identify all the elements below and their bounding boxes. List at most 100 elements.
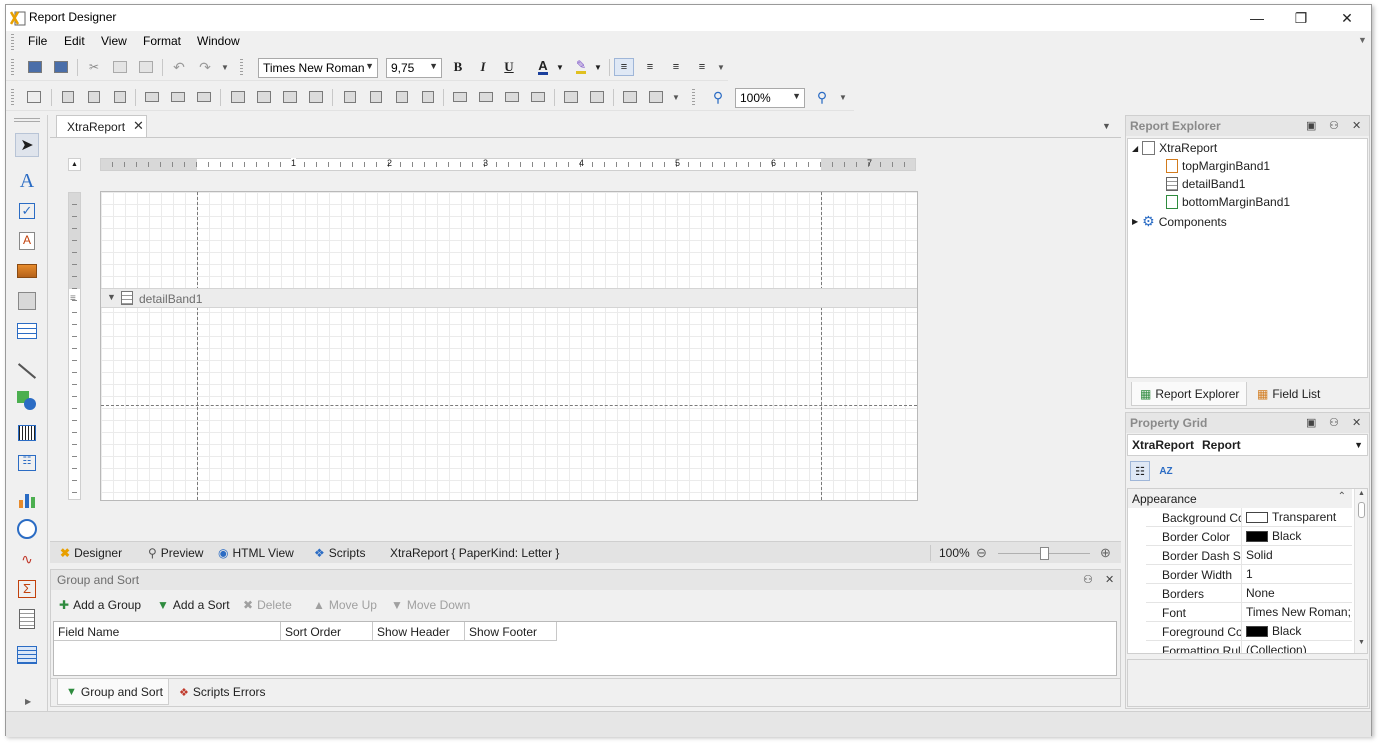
bold-button[interactable]: B [448,58,468,76]
minimize-button[interactable]: — [1234,5,1280,31]
zoom-slider-thumb[interactable] [1040,547,1049,560]
tree-node-components[interactable]: ▶ ⚙ Components [1132,213,1227,230]
tab-xtrareport[interactable]: XtraReport ✕ [56,115,147,137]
group-sort-table[interactable]: Field Name Sort Order Show Header Show F… [53,621,1117,676]
report-page[interactable]: ▼ detailBand1 [100,191,918,501]
property-row[interactable]: Foreground Colo Black [1146,622,1352,641]
close-tab-icon[interactable]: ✕ [133,118,144,134]
toolbar-overflow-icon[interactable]: ▼ [220,58,230,76]
zoom-in-icon[interactable]: ⚲ [812,88,832,106]
h-spacing-equal-icon[interactable] [340,88,360,106]
font-color-dropdown-icon[interactable]: ▼ [555,58,565,76]
delete-button[interactable]: ✖ Delete [243,598,292,612]
underline-button[interactable]: U [499,58,519,76]
column-show-header[interactable]: Show Header [373,622,465,641]
property-row[interactable]: Font Times New Roman;... [1146,603,1352,622]
tab-field-list[interactable]: ▦ Field List [1257,382,1320,406]
column-show-footer[interactable]: Show Footer [465,622,557,641]
font-name-combo[interactable]: Times New Roman ▼ [258,58,378,78]
v-spacing-remove-icon[interactable] [528,88,548,106]
toolbox-scroll-icon[interactable]: ▶ [25,697,31,706]
menu-file[interactable]: File [24,34,51,48]
shape-tool-icon[interactable] [15,389,39,413]
redo-icon[interactable]: ↷ [195,58,215,76]
tab-list-dropdown-icon[interactable]: ▼ [1102,121,1111,131]
font-size-combo[interactable]: 9,75 ▼ [386,58,442,78]
undo-icon[interactable]: ↶ [169,58,189,76]
subreport-tool-icon[interactable] [15,643,39,667]
align-lefts-icon[interactable] [58,88,78,106]
italic-button[interactable]: I [473,58,493,76]
line-tool-icon[interactable] [15,359,39,383]
report-tree[interactable]: ◢ XtraReport topMarginBand1 detailBand1 … [1127,138,1368,378]
expand-icon[interactable]: ▶ [1132,217,1138,226]
property-scrollbar[interactable]: ▲ ▼ [1354,489,1367,653]
move-up-button[interactable]: ▲ Move Up [313,598,377,612]
checkbox-tool-icon[interactable]: ✓ [15,199,39,223]
category-appearance[interactable]: Appearance ⌃ [1128,489,1352,508]
tab-scripts[interactable]: ❖ Scripts [314,546,365,560]
ruler-corner-icon[interactable]: ▲ [68,158,81,171]
design-surface[interactable]: ▲ 1 2 3 4 5 6 7 ▼ detailBand1 ≡ [50,137,1121,541]
picture-box-tool-icon[interactable] [15,259,39,283]
property-row[interactable]: Border Color Black [1146,527,1352,546]
tab-preview[interactable]: ⚲ Preview [148,546,203,560]
maximize-button[interactable]: ❐ [1278,5,1324,31]
property-row[interactable]: Background Colo Transparent [1146,508,1352,527]
object-selector-combo[interactable]: XtraReport Report ▼ [1127,434,1368,456]
panel-tool-icon[interactable] [15,289,39,313]
add-group-button[interactable]: ✚ Add a Group [59,598,141,612]
close-panel-icon[interactable]: ✕ [1352,416,1361,429]
center-horizontally-icon[interactable] [561,88,581,106]
tree-node-bottom-margin[interactable]: bottomMarginBand1 [1166,195,1290,209]
align-center-icon[interactable]: ≡ [640,58,660,76]
tree-node-detail-band[interactable]: detailBand1 [1166,177,1245,191]
toolbar-overflow-icon[interactable]: ▼ [716,58,726,76]
tab-group-and-sort[interactable]: ▼ Group and Sort [57,679,169,705]
toolbar-overflow-icon[interactable]: ▼ [838,88,848,106]
align-tops-icon[interactable] [142,88,162,106]
same-width-icon[interactable] [228,88,248,106]
v-spacing-equal-icon[interactable] [450,88,470,106]
pointer-tool-icon[interactable]: ➤ [15,133,39,157]
h-spacing-remove-icon[interactable] [418,88,438,106]
send-to-back-icon[interactable] [646,88,666,106]
font-color-button[interactable]: A [533,58,553,76]
zoom-combo[interactable]: 100% ▼ [735,88,805,108]
zipcode-tool-icon[interactable]: ☷ [15,451,39,475]
bring-to-front-icon[interactable] [620,88,640,106]
menu-overflow-icon[interactable]: ▼ [1358,35,1367,45]
expand-icon[interactable]: ◢ [1132,144,1138,153]
align-centers-icon[interactable] [84,88,104,106]
scroll-down-icon[interactable]: ▼ [1358,639,1365,646]
tab-designer[interactable]: ✖ Designer [60,546,122,560]
collapse-category-icon[interactable]: ⌃ [1338,491,1346,502]
add-sort-button[interactable]: ▼ Add a Sort [157,598,230,612]
label-tool-icon[interactable]: A [15,169,39,193]
tab-scripts-errors[interactable]: ❖ Scripts Errors [179,679,266,705]
categorized-view-icon[interactable]: ☷ [1130,461,1150,481]
v-spacing-increase-icon[interactable] [476,88,496,106]
tree-node-xtrareport[interactable]: ◢ XtraReport [1132,141,1217,155]
band-grip-icon[interactable]: ≡ [70,293,76,304]
scroll-up-icon[interactable]: ▲ [1358,490,1365,497]
pin-icon[interactable]: ⚇ [1329,416,1339,429]
pin-icon[interactable]: ⚇ [1083,573,1093,586]
paste-icon[interactable] [136,58,156,76]
move-down-button[interactable]: ▼ Move Down [391,598,470,612]
cut-icon[interactable]: ✂ [84,58,104,76]
back-color-button[interactable]: ✎ [571,58,591,76]
same-size-icon[interactable] [306,88,326,106]
align-rights-icon[interactable] [110,88,130,106]
barcode-tool-icon[interactable] [15,421,39,445]
tree-node-top-margin[interactable]: topMarginBand1 [1166,159,1270,173]
property-row[interactable]: Border Width 1 [1146,565,1352,584]
justify-icon[interactable]: ≡ [692,58,712,76]
sparkline-tool-icon[interactable]: ∿ [15,547,39,571]
column-field-name[interactable]: Field Name [54,622,281,641]
pin-icon[interactable]: ⚇ [1329,119,1339,132]
align-bottoms-icon[interactable] [194,88,214,106]
h-spacing-decrease-icon[interactable] [392,88,412,106]
richtext-tool-icon[interactable]: A [15,229,39,253]
menu-window[interactable]: Window [193,34,244,48]
